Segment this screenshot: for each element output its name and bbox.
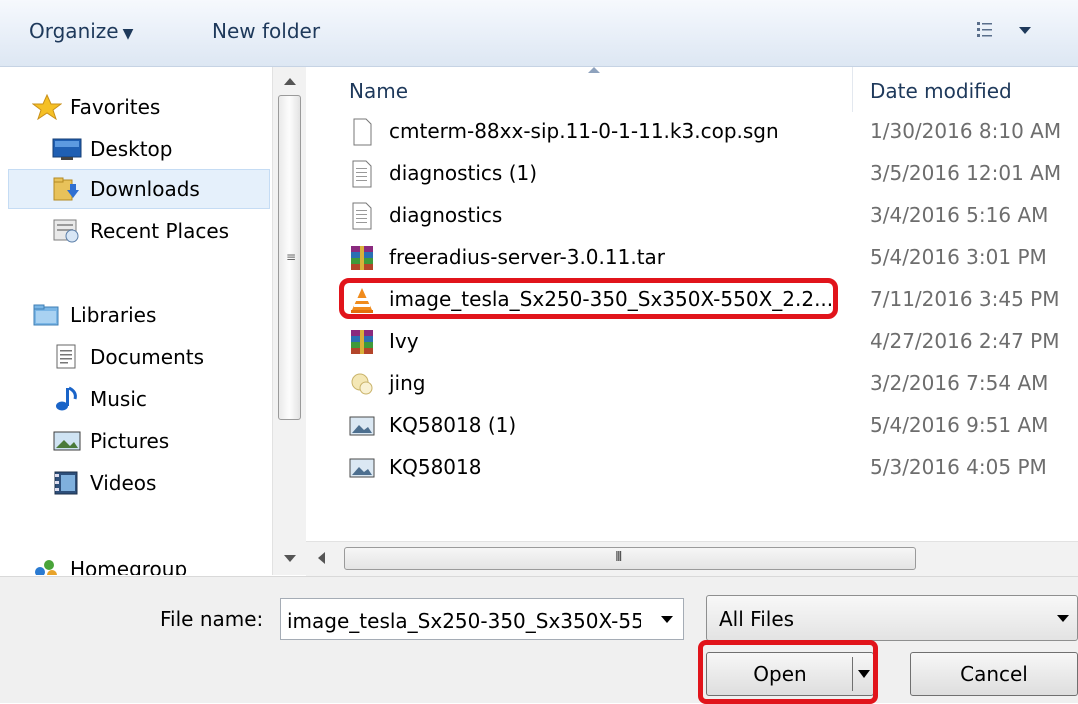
file-row[interactable]: freeradius-server-3.0.11.tar 5/4/2016 3:… xyxy=(306,237,1078,277)
nav-favorites[interactable]: Favorites xyxy=(32,87,160,127)
grip-icon: ≡ xyxy=(286,250,296,264)
nav-videos-label: Videos xyxy=(90,471,157,495)
music-icon xyxy=(56,386,77,411)
file-date: 7/11/2016 3:45 PM xyxy=(870,287,1060,311)
file-horizontal-scrollbar[interactable]: III xyxy=(306,541,1078,576)
homegroup-icon xyxy=(35,560,57,575)
recent-places-icon xyxy=(53,219,79,243)
archive-file-icon xyxy=(351,330,373,354)
nav-scroll-thumb[interactable]: ≡ xyxy=(278,95,301,420)
file-list: Name Date modified cmterm-88xx-sip.11-0-… xyxy=(306,67,1078,575)
nav-downloads[interactable]: Downloads xyxy=(52,169,200,209)
nav-favorites-label: Favorites xyxy=(70,95,161,119)
file-date: 4/27/2016 2:47 PM xyxy=(870,329,1060,353)
view-list-icon[interactable] xyxy=(976,20,998,40)
nav-pictures-label: Pictures xyxy=(90,429,170,453)
nav-downloads-label: Downloads xyxy=(90,177,200,201)
column-header-name[interactable]: Name xyxy=(349,79,408,103)
file-date: 5/4/2016 3:01 PM xyxy=(870,245,1047,269)
downloads-folder-icon xyxy=(53,177,79,201)
file-row[interactable]: cmterm-88xx-sip.11-0-1-11.k3.cop.sgn 1/3… xyxy=(306,111,1078,151)
nav-libraries[interactable]: Libraries xyxy=(32,295,156,335)
file-row[interactable]: diagnostics (1) 3/5/2016 12:01 AM xyxy=(306,153,1078,193)
nav-desktop[interactable]: Desktop xyxy=(52,129,172,169)
organize-label: Organize xyxy=(29,19,119,43)
file-name: Ivy xyxy=(389,329,419,353)
image-file-icon xyxy=(349,416,375,436)
new-folder-button[interactable]: New folder xyxy=(212,19,320,43)
highlight-annotation xyxy=(339,278,838,319)
nav-vertical-scrollbar[interactable]: ≡ xyxy=(272,67,307,575)
nav-music[interactable]: Music xyxy=(52,379,147,419)
file-name-value: image_tesla_Sx250-350_Sx350X-55( xyxy=(287,609,641,633)
desktop-icon xyxy=(52,138,82,160)
nav-music-label: Music xyxy=(90,387,147,411)
nav-libraries-label: Libraries xyxy=(70,303,157,327)
file-date: 3/4/2016 5:16 AM xyxy=(870,203,1049,227)
file-row[interactable]: jing 3/2/2016 7:54 AM xyxy=(306,363,1078,403)
videos-icon xyxy=(54,471,78,495)
libraries-icon xyxy=(33,304,59,326)
image-file-icon xyxy=(349,458,375,478)
sort-ascending-icon xyxy=(588,67,600,73)
file-name: KQ58018 (1) xyxy=(389,413,517,437)
nav-desktop-label: Desktop xyxy=(90,137,173,161)
file-row[interactable]: diagnostics 3/4/2016 5:16 AM xyxy=(306,195,1078,235)
file-name: freeradius-server-3.0.11.tar xyxy=(389,245,666,269)
file-type-value: All Files xyxy=(719,607,795,631)
file-name-label: File name: xyxy=(160,607,264,631)
file-name-input[interactable]: image_tesla_Sx250-350_Sx350X-55( xyxy=(280,598,684,640)
file-row[interactable]: KQ58018 (1) 5/4/2016 9:51 AM xyxy=(306,405,1078,445)
nav-videos[interactable]: Videos xyxy=(52,463,156,503)
column-separator[interactable] xyxy=(852,67,853,112)
file-type-select[interactable]: All Files xyxy=(706,595,1078,641)
nav-documents[interactable]: Documents xyxy=(52,337,204,377)
grip-icon: III xyxy=(615,550,622,565)
organize-chevron-down-icon: ▼ xyxy=(122,26,134,42)
file-name: diagnostics xyxy=(389,203,503,227)
documents-icon xyxy=(56,344,76,369)
star-icon xyxy=(32,94,62,120)
file-date: 3/5/2016 12:01 AM xyxy=(870,161,1062,185)
nav-homegroup[interactable]: Homegroup xyxy=(32,549,187,575)
organize-button[interactable]: Organize ▼ xyxy=(29,19,133,43)
scroll-up-arrow-icon[interactable] xyxy=(284,78,296,85)
file-name: cmterm-88xx-sip.11-0-1-11.k3.cop.sgn xyxy=(389,119,779,143)
file-row[interactable]: Ivy 4/27/2016 2:47 PM xyxy=(306,321,1078,361)
blank-file-icon xyxy=(353,118,372,146)
file-date: 3/2/2016 7:54 AM xyxy=(870,371,1049,395)
file-row[interactable]: KQ58018 5/3/2016 4:05 PM xyxy=(306,447,1078,487)
file-name: diagnostics (1) xyxy=(389,161,538,185)
nav-documents-label: Documents xyxy=(90,345,205,369)
nav-recent-places-label: Recent Places xyxy=(90,219,230,243)
archive-file-icon xyxy=(351,246,373,270)
command-bar: Organize ▼ New folder xyxy=(0,0,1078,67)
jing-file-icon xyxy=(351,373,373,395)
text-file-icon xyxy=(352,202,372,230)
file-date: 5/4/2016 9:51 AM xyxy=(870,413,1049,437)
file-date: 1/30/2016 8:10 AM xyxy=(870,119,1062,143)
file-date: 5/3/2016 4:05 PM xyxy=(870,455,1047,479)
nav-pictures[interactable]: Pictures xyxy=(52,421,169,461)
file-name: jing xyxy=(389,371,426,395)
view-chevron-down-icon[interactable] xyxy=(1019,27,1031,34)
scroll-down-arrow-icon[interactable] xyxy=(284,555,296,562)
file-type-chevron-down-icon xyxy=(1057,615,1069,622)
dialog-footer: File name: image_tesla_Sx250-350_Sx350X-… xyxy=(0,576,1078,704)
nav-homegroup-label: Homegroup xyxy=(70,557,188,575)
pictures-icon xyxy=(53,431,81,451)
cancel-button[interactable]: Cancel xyxy=(910,652,1078,696)
file-name: KQ58018 xyxy=(389,455,482,479)
navigation-pane: Favorites Desktop Downloads Recent Place… xyxy=(0,67,306,575)
file-name-dropdown-icon[interactable] xyxy=(661,616,673,623)
nav-recent-places[interactable]: Recent Places xyxy=(52,211,229,251)
scroll-left-arrow-icon[interactable] xyxy=(318,552,325,564)
column-header-date-modified[interactable]: Date modified xyxy=(870,79,1012,103)
file-scroll-thumb[interactable]: III xyxy=(344,547,916,570)
text-file-icon xyxy=(352,160,372,188)
highlight-annotation xyxy=(698,640,878,704)
